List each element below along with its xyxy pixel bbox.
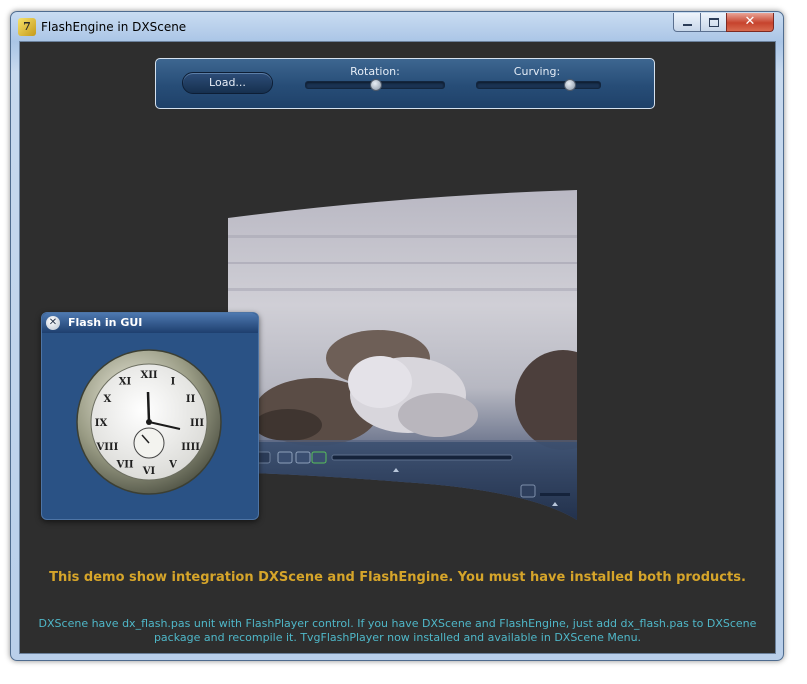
window-title: FlashEngine in DXScene [41, 20, 187, 34]
clock-numeral: IX [95, 418, 108, 429]
toolbar-panel: Load... Rotation: Curving: [155, 58, 655, 109]
flash-video-panel[interactable] [228, 190, 585, 520]
clock-numeral: V [168, 460, 177, 471]
client-area: Load... Rotation: Curving: ✕ Flash in GU… [19, 41, 776, 654]
close-icon[interactable]: ✕ [46, 316, 60, 330]
clock-numeral: VI [142, 466, 156, 477]
curving-slider-thumb[interactable] [564, 79, 577, 91]
clock-numeral: I [171, 376, 176, 387]
load-button[interactable]: Load... [182, 72, 273, 94]
flash-in-gui-panel[interactable]: ✕ Flash in GUI XII I II III IIII V VI VI… [41, 312, 259, 520]
minimize-button[interactable] [673, 13, 701, 32]
rotation-label: Rotation: [350, 65, 400, 78]
panel-header[interactable]: ✕ Flash in GUI [42, 313, 258, 333]
clock-numeral: II [186, 394, 196, 405]
clock-numeral: VII [115, 460, 133, 471]
clock-numeral: III [190, 418, 204, 429]
panel-title: Flash in GUI [68, 316, 143, 329]
clock-numeral: IIII [181, 442, 200, 453]
clock-numeral: X [104, 394, 112, 405]
clock-numeral: VIII [96, 442, 119, 453]
rotation-slider[interactable] [305, 79, 445, 91]
info-message: DXScene have dx_flash.pas unit with Flas… [38, 617, 757, 644]
close-button[interactable]: ✕ [726, 13, 774, 32]
minimize-icon [682, 24, 692, 26]
clock-icon: XIIIIIIIIIIIIVVIVIIVIIIIXXXI [76, 349, 222, 495]
maximize-button[interactable] [700, 13, 727, 32]
app-window: 7 FlashEngine in DXScene ✕ Load... Rotat… [10, 11, 784, 661]
video-surface [228, 190, 577, 520]
app-icon[interactable]: 7 [18, 18, 36, 36]
title-bar[interactable]: 7 FlashEngine in DXScene ✕ [11, 12, 783, 42]
curving-slider[interactable] [476, 79, 601, 91]
clock-numeral: XI [119, 376, 132, 387]
main-message: This demo show integration DXScene and F… [49, 570, 746, 585]
close-icon: ✕ [744, 14, 756, 29]
clock-numeral: XII [140, 370, 157, 381]
rotation-slider-thumb[interactable] [370, 79, 382, 91]
curving-label: Curving: [513, 65, 561, 78]
maximize-icon [708, 17, 719, 27]
